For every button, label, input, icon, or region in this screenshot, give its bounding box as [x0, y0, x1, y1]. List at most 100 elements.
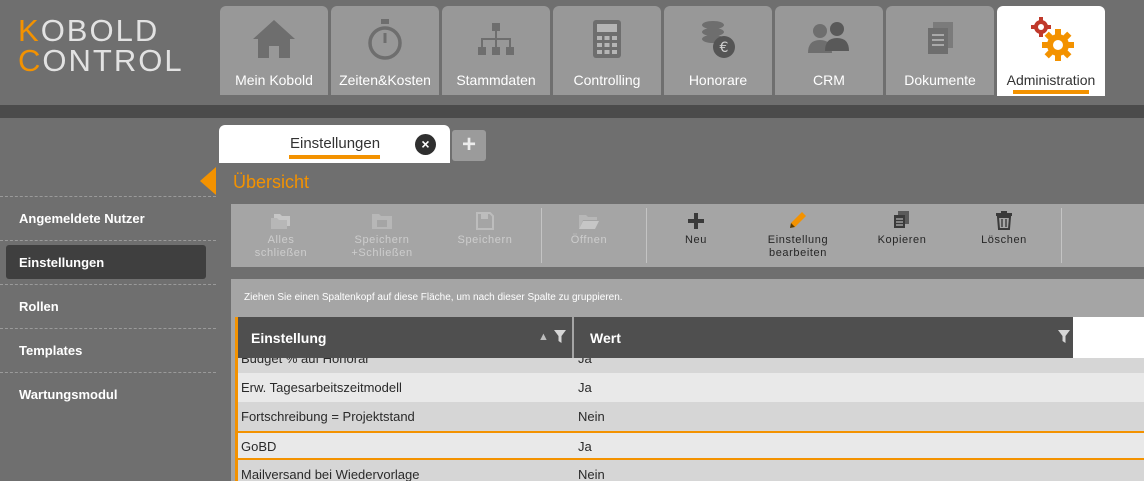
save-button[interactable]: Speichern: [443, 204, 527, 267]
tab-stammdaten[interactable]: Stammdaten: [442, 6, 550, 95]
cell-value: Ja: [578, 358, 592, 366]
sidebar-item-templates[interactable]: Templates: [0, 328, 216, 372]
sidebar-item-angemeldete-nutzer[interactable]: Angemeldete Nutzer: [0, 196, 216, 240]
toolbar-label: Speichern: [457, 234, 513, 246]
home-icon: [220, 14, 328, 64]
tab-label: Administration: [1006, 72, 1096, 88]
column-header-einstellung[interactable]: Einstellung: [251, 330, 326, 346]
toolbar-divider: [541, 208, 542, 263]
table-row[interactable]: Fortschreibung = Projektstand Nein: [235, 402, 1144, 431]
new-button[interactable]: Neu: [656, 204, 736, 267]
folders-icon: [241, 204, 321, 232]
sidebar-item-label: Angemeldete Nutzer: [19, 211, 145, 226]
documents-icon: [886, 14, 994, 64]
gears-icon: [997, 14, 1105, 64]
group-by-drop-area[interactable]: Ziehen Sie einen Spaltenkopf auf diese F…: [244, 292, 623, 303]
toolbar-label: Öffnen: [570, 234, 608, 246]
cell-value: Ja: [578, 380, 592, 395]
toolbar-label: +Schließen: [351, 247, 413, 259]
toolbar-label: Löschen: [981, 234, 1027, 246]
cell-setting: Erw. Tagesarbeitszeitmodell: [241, 380, 402, 395]
add-tab-button[interactable]: +: [452, 130, 486, 161]
sidebar-item-rollen[interactable]: Rollen: [0, 284, 216, 328]
toolbar: Alles schließen Speichern +Schließen Speic…: [231, 204, 1144, 267]
sidebar-item-label: Templates: [19, 343, 83, 358]
selection-arrow-icon: [200, 167, 216, 195]
stopwatch-icon: [331, 14, 439, 64]
folder-open-icon: [547, 204, 631, 232]
column-divider[interactable]: [572, 317, 574, 358]
sidebar: Angemeldete Nutzer Einstellungen Rollen …: [0, 196, 216, 416]
table-row[interactable]: Mailversand bei Wiedervorlage Nein: [235, 460, 1144, 481]
header-divider: [0, 105, 1144, 118]
hierarchy-icon: [442, 14, 550, 64]
subtab-underline: [289, 155, 380, 159]
tab-controlling[interactable]: Controlling: [553, 6, 661, 95]
folder-save-icon: [339, 204, 425, 232]
active-tab-underline: [1013, 90, 1089, 94]
cell-value: Nein: [578, 409, 605, 424]
tab-label: Stammdaten: [456, 72, 536, 88]
tab-label: Zeiten&Kosten: [339, 72, 431, 88]
cell-setting: Fortschreibung = Projektstand: [241, 409, 415, 424]
toolbar-label: Alles: [267, 234, 295, 246]
tab-administration[interactable]: Administration: [997, 6, 1105, 96]
grid-header: Einstellung ▲ Wert: [235, 317, 1073, 358]
copy-icon: [862, 204, 942, 232]
trash-icon: [964, 204, 1044, 232]
sidebar-item-label: Rollen: [19, 299, 59, 314]
tab-label: Dokumente: [904, 72, 976, 88]
header-filler: [1073, 317, 1144, 358]
plus-icon: [656, 204, 736, 232]
tab-honorare[interactable]: € Honorare: [664, 6, 772, 95]
close-all-button[interactable]: Alles schließen: [241, 204, 321, 267]
cell-setting: Budget % auf Honorar: [241, 358, 370, 366]
toolbar-label: bearbeiten: [769, 247, 827, 259]
cell-setting: GoBD: [241, 439, 277, 454]
toolbar-divider: [1061, 208, 1062, 263]
tab-dokumente[interactable]: Dokumente: [886, 6, 994, 95]
section-title: Übersicht: [233, 172, 310, 192]
subtab-label: Einstellungen: [290, 135, 381, 152]
pencil-icon: [753, 204, 843, 232]
cell-value: Ja: [578, 439, 592, 454]
column-header-wert[interactable]: Wert: [590, 330, 621, 346]
close-tab-icon[interactable]: ×: [415, 134, 436, 155]
tab-zeiten-kosten[interactable]: Zeiten&Kosten: [331, 6, 439, 95]
toolbar-label: Speichern: [354, 234, 410, 246]
table-row[interactable]: Budget % auf Honorar Ja: [235, 358, 1144, 373]
tab-label: CRM: [813, 72, 845, 88]
sidebar-item-label: Wartungsmodul: [19, 387, 118, 402]
toolbar-label: Kopieren: [877, 234, 927, 246]
filter-icon[interactable]: [1058, 330, 1070, 348]
sort-asc-icon[interactable]: ▲: [538, 331, 549, 343]
sidebar-item-einstellungen[interactable]: Einstellungen: [0, 240, 216, 284]
tab-label: Mein Kobold: [235, 72, 313, 88]
calculator-icon: [553, 14, 661, 64]
save-and-close-button[interactable]: Speichern +Schließen: [339, 204, 425, 267]
kobold-control-logo[interactable]: KOBOLD CONTROL: [18, 15, 184, 76]
floppy-icon: [443, 204, 527, 232]
table-row-selected[interactable]: GoBD Ja: [235, 431, 1144, 460]
toolbar-label: Neu: [685, 234, 707, 246]
toolbar-divider: [646, 208, 647, 263]
euro-coins-icon: €: [664, 14, 772, 64]
svg-text:€: €: [720, 40, 729, 56]
cell-value: Nein: [578, 467, 605, 481]
sidebar-item-label: Einstellungen: [19, 255, 105, 270]
table-row[interactable]: Erw. Tagesarbeitszeitmodell Ja: [235, 373, 1144, 402]
cell-setting: Mailversand bei Wiedervorlage: [241, 467, 420, 481]
filter-icon[interactable]: [554, 330, 566, 348]
edit-setting-button[interactable]: Einstellung bearbeiten: [753, 204, 843, 267]
delete-button[interactable]: Löschen: [964, 204, 1044, 267]
tab-label: Controlling: [573, 72, 641, 88]
tab-crm[interactable]: CRM: [775, 6, 883, 95]
toolbar-label: Einstellung: [767, 234, 829, 246]
tab-mein-kobold[interactable]: Mein Kobold: [220, 6, 328, 95]
open-button[interactable]: Öffnen: [547, 204, 631, 267]
sidebar-item-wartungsmodul[interactable]: Wartungsmodul: [0, 372, 216, 416]
copy-button[interactable]: Kopieren: [862, 204, 942, 267]
settings-grid: Ziehen Sie einen Spaltenkopf auf diese F…: [231, 279, 1144, 481]
tab-label: Honorare: [688, 72, 748, 88]
tab-einstellungen[interactable]: Einstellungen ×: [219, 125, 450, 163]
